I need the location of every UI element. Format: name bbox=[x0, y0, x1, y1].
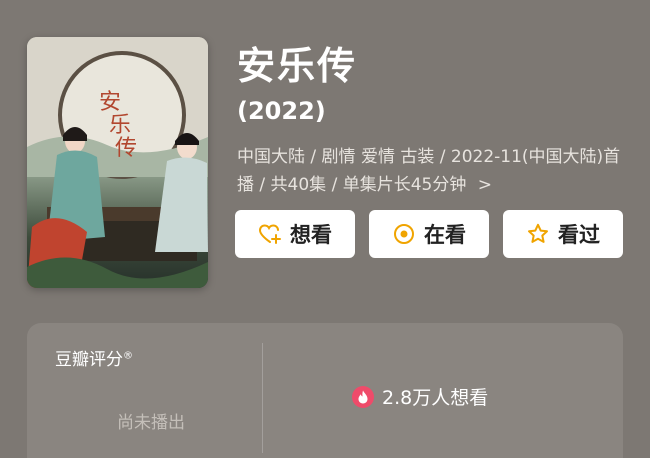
registered-mark: ® bbox=[123, 350, 133, 362]
target-circle-icon bbox=[392, 222, 416, 246]
rating-title[interactable]: 豆瓣评分® bbox=[55, 345, 133, 370]
heart-plus-icon bbox=[258, 222, 282, 246]
divider bbox=[262, 343, 263, 453]
movie-year: (2022) bbox=[237, 97, 326, 125]
want-to-watch-label: 想看 bbox=[290, 223, 332, 247]
svg-text:安: 安 bbox=[99, 90, 121, 115]
rating-card: 豆瓣评分® 尚未播出 2.8万人想看 bbox=[27, 323, 623, 458]
watching-label: 在看 bbox=[424, 223, 466, 247]
poster-art: 安 乐 传 bbox=[27, 37, 208, 288]
rating-title-text: 豆瓣评分 bbox=[55, 350, 123, 370]
watched-button[interactable]: 看过 bbox=[503, 210, 623, 258]
star-outline-icon bbox=[526, 222, 550, 246]
watching-button[interactable]: 在看 bbox=[369, 210, 489, 258]
svg-text:传: 传 bbox=[115, 136, 137, 161]
want-count[interactable]: 2.8万人想看 bbox=[352, 383, 488, 410]
poster-image[interactable]: 安 乐 传 bbox=[27, 37, 208, 288]
flame-icon bbox=[352, 385, 374, 408]
movie-meta-text: 中国大陆 / 剧情 爱情 古装 / 2022-11(中国大陆)首播 / 共40集… bbox=[237, 147, 621, 195]
rating-status: 尚未播出 bbox=[117, 413, 185, 433]
watched-label: 看过 bbox=[558, 223, 600, 247]
want-to-watch-button[interactable]: 想看 bbox=[235, 210, 355, 258]
movie-meta[interactable]: 中国大陆 / 剧情 爱情 古装 / 2022-11(中国大陆)首播 / 共40集… bbox=[237, 143, 627, 199]
svg-text:乐: 乐 bbox=[109, 113, 131, 138]
chevron-right-icon: > bbox=[477, 175, 492, 195]
want-count-text: 2.8万人想看 bbox=[382, 387, 489, 409]
movie-title: 安乐传 bbox=[237, 44, 358, 88]
